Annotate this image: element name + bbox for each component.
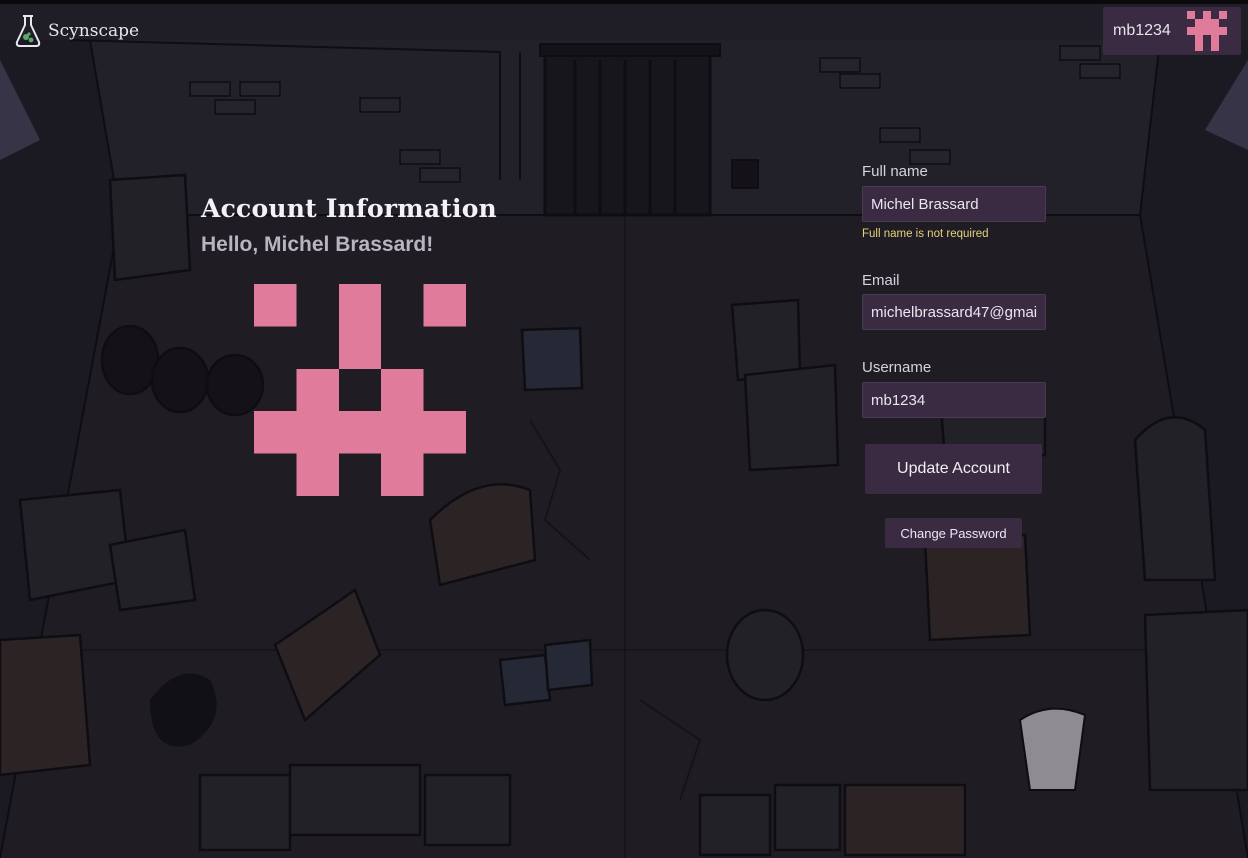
email-label: Email [862, 272, 900, 289]
profile-avatar-icon [254, 284, 466, 496]
fullname-hint: Full name is not required [862, 228, 989, 240]
storage-room-background [0, 0, 1248, 858]
change-password-button[interactable]: Change Password [885, 518, 1022, 548]
header-username: mb1234 [1113, 22, 1171, 39]
fullname-label: Full name [862, 163, 928, 180]
greeting-text: Hello, Michel Brassard! [201, 233, 434, 256]
brand-logo[interactable]: Scynscape [14, 14, 139, 48]
user-avatar-icon [1187, 11, 1227, 51]
username-label: Username [862, 359, 932, 376]
account-page: Scynscape mb1234 Account Information Hel… [0, 0, 1248, 858]
fullname-input[interactable] [862, 186, 1046, 222]
page-title: Account Information [201, 194, 497, 223]
username-input[interactable] [862, 382, 1046, 418]
top-border [0, 0, 1248, 4]
flask-icon [14, 14, 42, 48]
email-input[interactable] [862, 294, 1046, 330]
update-account-button[interactable]: Update Account [865, 444, 1042, 494]
brand-name: Scynscape [48, 21, 140, 41]
user-menu-button[interactable]: mb1234 [1103, 7, 1241, 55]
